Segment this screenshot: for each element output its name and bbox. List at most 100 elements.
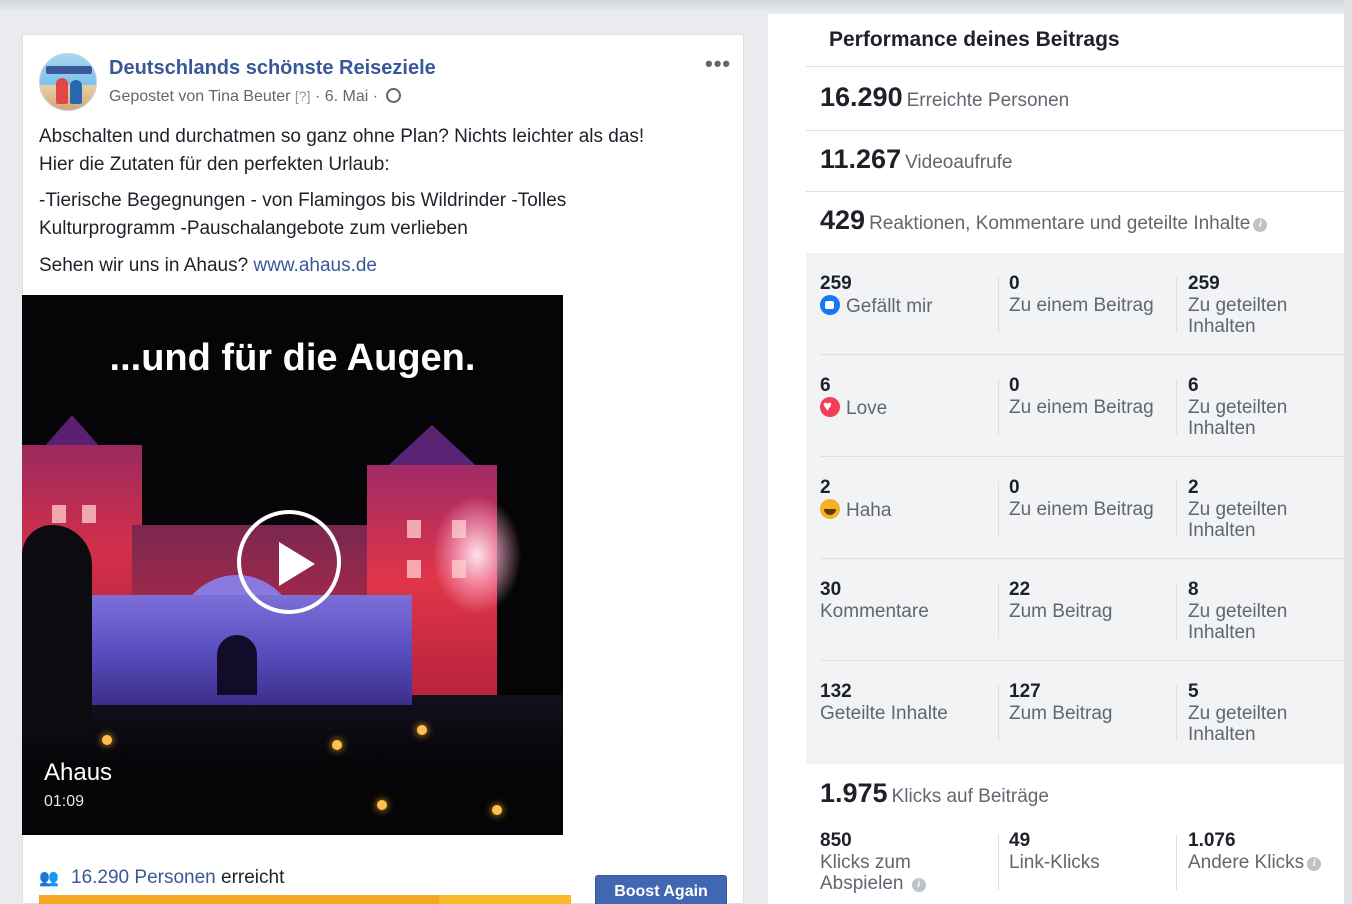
video-player[interactable]: ...und für die Augen. Ahaus 01:09 bbox=[22, 295, 563, 835]
play-icon[interactable] bbox=[237, 510, 341, 614]
clicks-other: 1.076 Andere Klicks i bbox=[1188, 830, 1348, 873]
row-shared-label: Zu geteilten bbox=[1188, 499, 1288, 520]
globe-icon[interactable] bbox=[385, 88, 401, 103]
metric-label: Erreichte Personen bbox=[906, 90, 1070, 111]
click-label: Andere Klicks bbox=[1188, 852, 1305, 873]
row-total: 30 bbox=[820, 579, 842, 600]
page-avatar[interactable] bbox=[39, 53, 97, 111]
breakdown-row-shares: 132 Geteilte Inhalte 127 Zum Beitrag 5 Z… bbox=[806, 661, 1344, 763]
row-on-post: 22 bbox=[1009, 579, 1031, 600]
row-shared: 259 bbox=[1188, 273, 1220, 294]
row-shared-label: Zu geteilten bbox=[1188, 703, 1288, 724]
post-text-line: Abschalten und durchatmen so ganz ohne P… bbox=[39, 126, 645, 147]
row-on-post: 0 bbox=[1009, 477, 1020, 498]
row-on-post: 127 bbox=[1009, 681, 1041, 702]
performance-title: Performance deines Beitrags bbox=[829, 28, 1120, 51]
post-text-line: Hier die Zutaten für den perfekten Urlau… bbox=[39, 154, 390, 175]
row-on-post: 0 bbox=[1009, 273, 1020, 294]
clicks-play: 850 Klicks zum Abspielen i bbox=[820, 830, 990, 894]
clicks-breakdown: 850 Klicks zum Abspielen i 49 Link-Klick… bbox=[806, 830, 1344, 904]
row-on-post-label: Zu einem Beitrag bbox=[1009, 499, 1154, 520]
separator: · bbox=[314, 88, 321, 105]
info-icon[interactable]: i bbox=[911, 878, 926, 892]
click-label: Abspielen bbox=[820, 873, 904, 894]
click-label: Klicks zum bbox=[820, 852, 911, 873]
metric-label: Reaktionen, Kommentare und geteilte Inha… bbox=[869, 213, 1251, 234]
row-label: Kommentare bbox=[820, 601, 929, 622]
reach-bar bbox=[39, 895, 571, 904]
click-value: 49 bbox=[1009, 830, 1031, 851]
row-shared-label: Inhalten bbox=[1188, 622, 1256, 643]
row-shared-label: Zu geteilten bbox=[1188, 601, 1288, 622]
breakdown-row-love: 6 Love 0 Zu einem Beitrag 6 Zu geteilten… bbox=[806, 355, 1344, 457]
row-on-post-label: Zum Beitrag bbox=[1009, 703, 1113, 724]
haha-icon bbox=[820, 499, 840, 519]
breakdown-row-comments: 30 Kommentare 22 Zum Beitrag 8 Zu geteil… bbox=[806, 559, 1344, 661]
breakdown-row-haha: 2 Haha 0 Zu einem Beitrag 2 Zu geteilten… bbox=[806, 457, 1344, 559]
love-icon bbox=[820, 397, 840, 417]
metric-value: 16.290 bbox=[820, 82, 903, 112]
info-icon[interactable]: i bbox=[1307, 857, 1322, 871]
post-text-line: Kulturprogramm -Pauschalangebote zum ver… bbox=[39, 218, 468, 239]
row-total: 259 bbox=[820, 273, 852, 294]
metric-clicks: 1.975 Klicks auf Beiträge bbox=[820, 778, 1049, 809]
metric-label: Videoaufrufe bbox=[905, 152, 1013, 173]
row-total: 2 bbox=[820, 477, 831, 498]
metric-reach: 16.290 Erreichte Personen bbox=[820, 82, 1069, 113]
browser-top-strip bbox=[0, 0, 1352, 14]
row-shared-label: Inhalten bbox=[1188, 724, 1256, 745]
reach-suffix: erreicht bbox=[221, 867, 285, 888]
reach-summary: 👥 16.290 Personen erreicht bbox=[39, 867, 284, 889]
row-on-post: 0 bbox=[1009, 375, 1020, 396]
row-on-post-label: Zu einem Beitrag bbox=[1009, 397, 1154, 418]
right-edge bbox=[1344, 0, 1352, 904]
video-name: Ahaus bbox=[44, 759, 113, 786]
video-duration: 01:09 bbox=[44, 793, 85, 810]
metric-engagement: 429 Reaktionen, Kommentare und geteilte I… bbox=[820, 205, 1268, 236]
divider bbox=[806, 66, 1344, 67]
clicks-link: 49 Link-Klicks bbox=[1009, 830, 1179, 873]
post-text-paragraph-2: -Tierische Begegnungen - von Flamingos b… bbox=[39, 187, 729, 243]
row-total: 6 bbox=[820, 375, 831, 396]
row-label: Gefällt mir bbox=[846, 296, 933, 317]
row-shared-label: Inhalten bbox=[1188, 418, 1256, 439]
separator: · bbox=[372, 88, 379, 105]
row-label: Love bbox=[846, 398, 888, 419]
post-text-paragraph-1: Abschalten und durchatmen so ganz ohne P… bbox=[39, 123, 729, 179]
post-text-line: Sehen wir uns in Ahaus? bbox=[39, 255, 249, 276]
row-on-post-label: Zu einem Beitrag bbox=[1009, 295, 1154, 316]
post-text-line: -Tierische Begegnungen - von Flamingos b… bbox=[39, 190, 567, 211]
post-card: Deutschlands schönste Reiseziele Geposte… bbox=[22, 34, 744, 904]
divider bbox=[806, 130, 1344, 131]
reach-link[interactable]: 16.290 Personen bbox=[71, 867, 216, 888]
row-on-post-label: Zum Beitrag bbox=[1009, 601, 1113, 622]
metric-value: 429 bbox=[820, 205, 866, 235]
post-byline: Gepostet von Tina Beuter [?] · 6. Mai · bbox=[109, 88, 401, 106]
metric-label: Klicks auf Beiträge bbox=[891, 786, 1049, 807]
website-link[interactable]: www.ahaus.de bbox=[253, 255, 377, 276]
click-label: Link-Klicks bbox=[1009, 852, 1100, 873]
metric-value: 11.267 bbox=[820, 144, 902, 174]
row-shared-label: Zu geteilten bbox=[1188, 295, 1288, 316]
row-shared-label: Zu geteilten bbox=[1188, 397, 1288, 418]
boost-again-button[interactable]: Boost Again bbox=[595, 875, 727, 904]
reactions-breakdown: 259 Gefällt mir 0 Zu einem Beitrag 259 Z… bbox=[806, 253, 1344, 764]
info-icon[interactable]: i bbox=[1253, 218, 1268, 232]
row-shared: 2 bbox=[1188, 477, 1199, 498]
more-options-icon[interactable]: ••• bbox=[705, 51, 731, 77]
divider bbox=[806, 191, 1344, 192]
row-shared: 5 bbox=[1188, 681, 1199, 702]
metric-views: 11.267 Videoaufrufe bbox=[820, 144, 1013, 175]
posted-by: Gepostet von Tina Beuter bbox=[109, 88, 291, 105]
breakdown-row-likes: 259 Gefällt mir 0 Zu einem Beitrag 259 Z… bbox=[806, 253, 1344, 355]
row-shared: 6 bbox=[1188, 375, 1199, 396]
row-label: Geteilte Inhalte bbox=[820, 703, 948, 724]
people-icon: 👥 bbox=[39, 870, 59, 887]
post-date[interactable]: 6. Mai bbox=[325, 88, 369, 105]
row-total: 132 bbox=[820, 681, 852, 702]
help-marker[interactable]: [?] bbox=[295, 88, 311, 104]
click-value: 850 bbox=[820, 830, 852, 851]
page-name-link[interactable]: Deutschlands schönste Reiseziele bbox=[109, 57, 436, 80]
post-text-paragraph-3: Sehen wir uns in Ahaus? www.ahaus.de bbox=[39, 252, 729, 280]
tree-silhouette bbox=[22, 525, 92, 735]
